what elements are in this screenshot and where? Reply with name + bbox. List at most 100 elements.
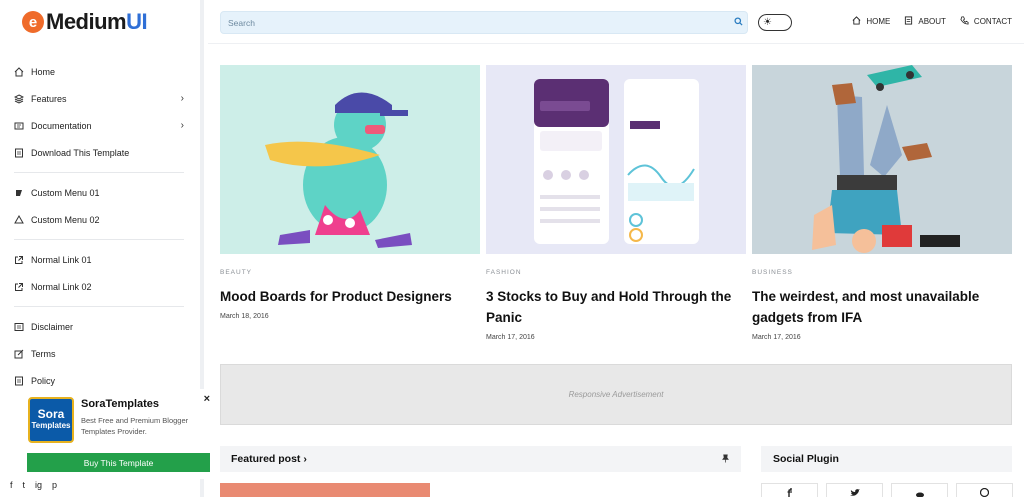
post-grid: BEAUTY Mood Boards for Product Designers… [220,65,1012,355]
logo-text-part1: Medium [46,9,127,34]
top-nav: HOME ABOUT CONTACT [852,16,1012,27]
ad-banner[interactable]: Responsive Advertisement [220,364,1012,425]
phone-icon [960,16,969,27]
sidebar-item-normal-link-02[interactable]: Normal Link 02 [0,273,200,300]
sidebar-item-label: Custom Menu 01 [31,187,100,198]
featured-post-thumbnail[interactable] [220,483,430,497]
featured-post-header: Featured post › [220,446,741,472]
facebook-icon[interactable] [761,483,818,497]
home-icon [852,16,861,27]
external-link-icon [14,255,24,265]
search-bar [220,11,748,34]
sidebar-item-custom-menu-01[interactable]: Custom Menu 01 [0,179,200,206]
home-icon [14,66,24,77]
sidebar-item-label: Custom Menu 02 [31,214,100,225]
nav-about[interactable]: ABOUT [904,16,946,27]
doc-icon [14,121,24,131]
chevron-right-icon: › [180,93,184,104]
sidebar-item-label: Home [31,66,56,77]
sidebar-item-label: Documentation [31,120,92,131]
post-card[interactable]: BUSINESS The weirdest, and most unavaila… [752,65,1012,341]
instagram-icon[interactable]: ig [35,480,42,490]
menu-icon [14,214,24,225]
info-icon [14,322,24,332]
post-category[interactable]: BEAUTY [220,269,480,276]
post-card[interactable]: BEAUTY Mood Boards for Product Designers… [220,65,480,320]
post-thumbnail[interactable] [752,65,1012,254]
pinterest-icon[interactable]: p [52,480,57,490]
sidebar-item-home[interactable]: Home [0,58,200,85]
download-icon [14,148,24,158]
chevron-right-icon: › [180,120,184,131]
promo-title: SoraTemplates [81,398,160,410]
sidebar-social-links: f t ig p [10,480,57,490]
post-title[interactable]: 3 Stocks to Buy and Hold Through the Pan… [486,286,746,328]
sidebar-divider [14,239,184,240]
post-title[interactable]: The weirdest, and most unavailable gadge… [752,286,1012,328]
sidebar-item-label: Normal Link 01 [31,254,92,265]
sidebar-item-features[interactable]: Features › [0,85,200,112]
doc-icon [904,16,913,27]
logo-text: MediumUI [46,9,148,35]
twitter-icon[interactable] [826,483,883,497]
nav-label: HOME [866,17,891,26]
pin-icon [721,454,730,465]
theme-toggle[interactable]: ☀ [758,14,792,31]
shield-icon [14,376,24,386]
top-header: ☀ HOME ABOUT CONTACT [208,0,1024,44]
buy-template-button[interactable]: Buy This Template [27,453,210,472]
sidebar-nav: Home Features › Documentation › Download… [0,44,200,394]
promo-popup: × Sora Templates SoraTemplates Best Free… [0,389,218,479]
promo-description: Best Free and Premium Blogger Templates … [81,416,189,436]
social-plugin-title: Social Plugin [761,446,1012,472]
sidebar-item-normal-link-01[interactable]: Normal Link 01 [0,246,200,273]
sora-templates-logo: Sora Templates [28,397,74,443]
external-link-icon [14,282,24,292]
sidebar-divider [14,306,184,307]
layers-icon [14,93,24,104]
page: e MediumUI Home Features › Documentation… [0,0,1024,497]
logo-mark: e [22,11,44,33]
sidebar-divider [14,172,184,173]
post-thumbnail[interactable] [486,65,746,254]
nav-label: ABOUT [918,17,946,26]
post-title[interactable]: Mood Boards for Product Designers [220,286,480,307]
sidebar-item-label: Features [31,93,67,104]
search-icon[interactable] [729,17,747,28]
sidebar-item-documentation[interactable]: Documentation › [0,112,200,139]
sidebar-item-label: Disclaimer [31,321,74,332]
sun-icon: ☀ [763,17,772,28]
post-card[interactable]: FASHION 3 Stocks to Buy and Hold Through… [486,65,746,341]
badge-line1: Sora [37,407,65,421]
sidebar-item-label: Download This Template [31,147,130,158]
nav-home[interactable]: HOME [852,16,890,27]
site-logo[interactable]: e MediumUI [0,0,200,44]
nav-contact[interactable]: CONTACT [960,16,1012,27]
search-input[interactable] [221,17,729,28]
sidebar-item-terms[interactable]: Terms [0,340,200,367]
logo-text-part2: UI [126,9,148,34]
post-category[interactable]: BUSINESS [752,269,1012,276]
featured-post-title[interactable]: Featured post › [231,453,721,465]
sidebar-item-download[interactable]: Download This Template [0,139,200,166]
sidebar-item-custom-menu-02[interactable]: Custom Menu 02 [0,206,200,233]
badge-line2: Templates [31,421,71,430]
sidebar-item-label: Terms [31,348,56,359]
post-date: March 18, 2016 [220,313,269,320]
close-icon[interactable]: × [204,393,210,405]
sidebar-item-disclaimer[interactable]: Disclaimer [0,313,200,340]
pinterest-icon[interactable] [956,483,1013,497]
social-plugin-tiles [761,483,1013,497]
post-category[interactable]: FASHION [486,269,746,276]
twitter-icon[interactable]: t [23,480,26,490]
nav-label: CONTACT [973,17,1012,26]
edit-icon [14,349,24,359]
post-date: March 17, 2016 [486,334,535,341]
post-thumbnail[interactable] [220,65,480,254]
sidebar-item-label: Policy [31,375,56,386]
sidebar-item-label: Normal Link 02 [31,281,92,292]
facebook-icon[interactable]: f [10,480,13,490]
menu-icon [14,188,24,198]
post-date: March 17, 2016 [752,334,801,341]
reddit-icon[interactable] [891,483,948,497]
